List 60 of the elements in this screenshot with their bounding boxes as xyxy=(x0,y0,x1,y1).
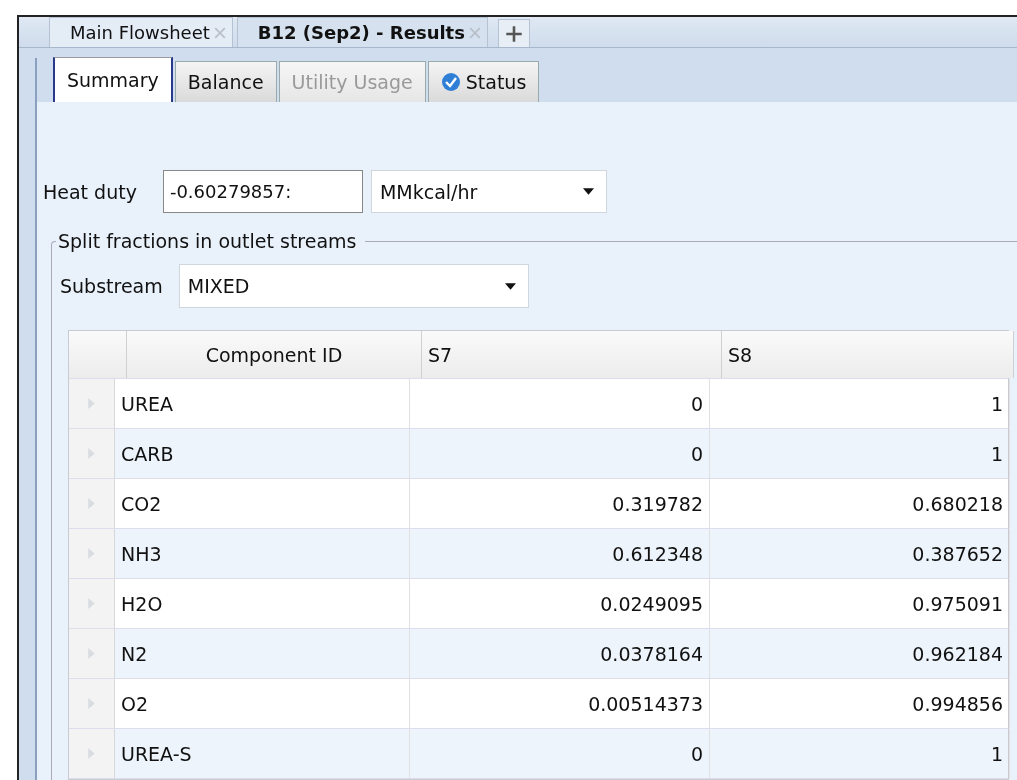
table-cell: CARB xyxy=(115,429,410,478)
substream-dropdown[interactable]: MIXED xyxy=(178,264,529,308)
column-header[interactable]: Component ID xyxy=(127,331,422,378)
unit-dropdown[interactable]: MMkcal/hr xyxy=(370,170,607,213)
table-cell: O2 xyxy=(115,679,410,728)
row-header[interactable] xyxy=(69,479,115,528)
row-pointer-icon xyxy=(88,698,95,709)
field-label: Substream xyxy=(60,275,163,297)
row-pointer-icon xyxy=(88,748,95,759)
table-cell: N2 xyxy=(115,629,410,678)
table-cell: UREA xyxy=(115,379,410,428)
table-cell: 1 xyxy=(710,379,1010,428)
table-cell: CO2 xyxy=(115,479,410,528)
table-cell: 0.612348 xyxy=(410,529,710,578)
tab[interactable]: Balance xyxy=(174,61,277,102)
row-pointer-icon xyxy=(88,398,95,409)
table-cell: 0.680218 xyxy=(710,479,1010,528)
table-cell: 0.962184 xyxy=(710,629,1010,678)
caret-icon xyxy=(582,188,594,195)
heat-duty-field[interactable]: -0.60279857: xyxy=(162,170,363,213)
table-cell: 0.975091 xyxy=(710,579,1010,628)
table-cell: 0.0378164 xyxy=(410,629,710,678)
table-cell: 0.387652 xyxy=(710,529,1010,578)
table-cell: NH3 xyxy=(115,529,410,578)
plus-icon xyxy=(504,24,523,43)
row-header[interactable] xyxy=(69,379,115,428)
row-header[interactable] xyxy=(69,429,115,478)
table-cell: 0.319782 xyxy=(410,479,710,528)
table-cell: 1 xyxy=(710,429,1010,478)
close-icon[interactable] xyxy=(213,26,226,39)
row-pointer-icon xyxy=(88,598,95,609)
row-pointer-icon xyxy=(88,548,95,559)
table-cell: 0.00514373 xyxy=(410,679,710,728)
close-icon[interactable] xyxy=(468,26,481,39)
table-cell: H2O xyxy=(115,579,410,628)
table-cell: 0.994856 xyxy=(710,679,1010,728)
row-pointer-icon xyxy=(88,498,95,509)
row-pointer-icon xyxy=(88,648,95,659)
document-tab[interactable]: B12 (Sep2) - Results xyxy=(236,17,488,47)
column-header[interactable]: S7 xyxy=(422,331,722,378)
row-header[interactable] xyxy=(69,579,115,628)
field-label: Heat duty xyxy=(43,180,137,203)
row-header[interactable] xyxy=(69,629,115,678)
table-cell: 1 xyxy=(710,729,1010,778)
row-header[interactable] xyxy=(69,679,115,728)
tab[interactable]: Status xyxy=(427,61,540,102)
document-tab[interactable]: Main Flowsheet xyxy=(49,17,233,47)
row-header[interactable] xyxy=(69,729,115,778)
row-header[interactable] xyxy=(69,529,115,578)
check-icon xyxy=(440,72,461,92)
column-header[interactable]: S8 xyxy=(722,331,1014,378)
caret-icon xyxy=(504,282,516,290)
tab[interactable]: Summary xyxy=(53,57,173,102)
new-tab-button[interactable] xyxy=(497,19,530,47)
table-cell: 0.0249095 xyxy=(410,579,710,628)
table-cell: 0 xyxy=(410,429,710,478)
row-pointer-icon xyxy=(88,448,95,459)
table-cell: UREA-S xyxy=(115,729,410,778)
table-cell: 0 xyxy=(410,729,710,778)
table-cell: 0 xyxy=(410,379,710,428)
